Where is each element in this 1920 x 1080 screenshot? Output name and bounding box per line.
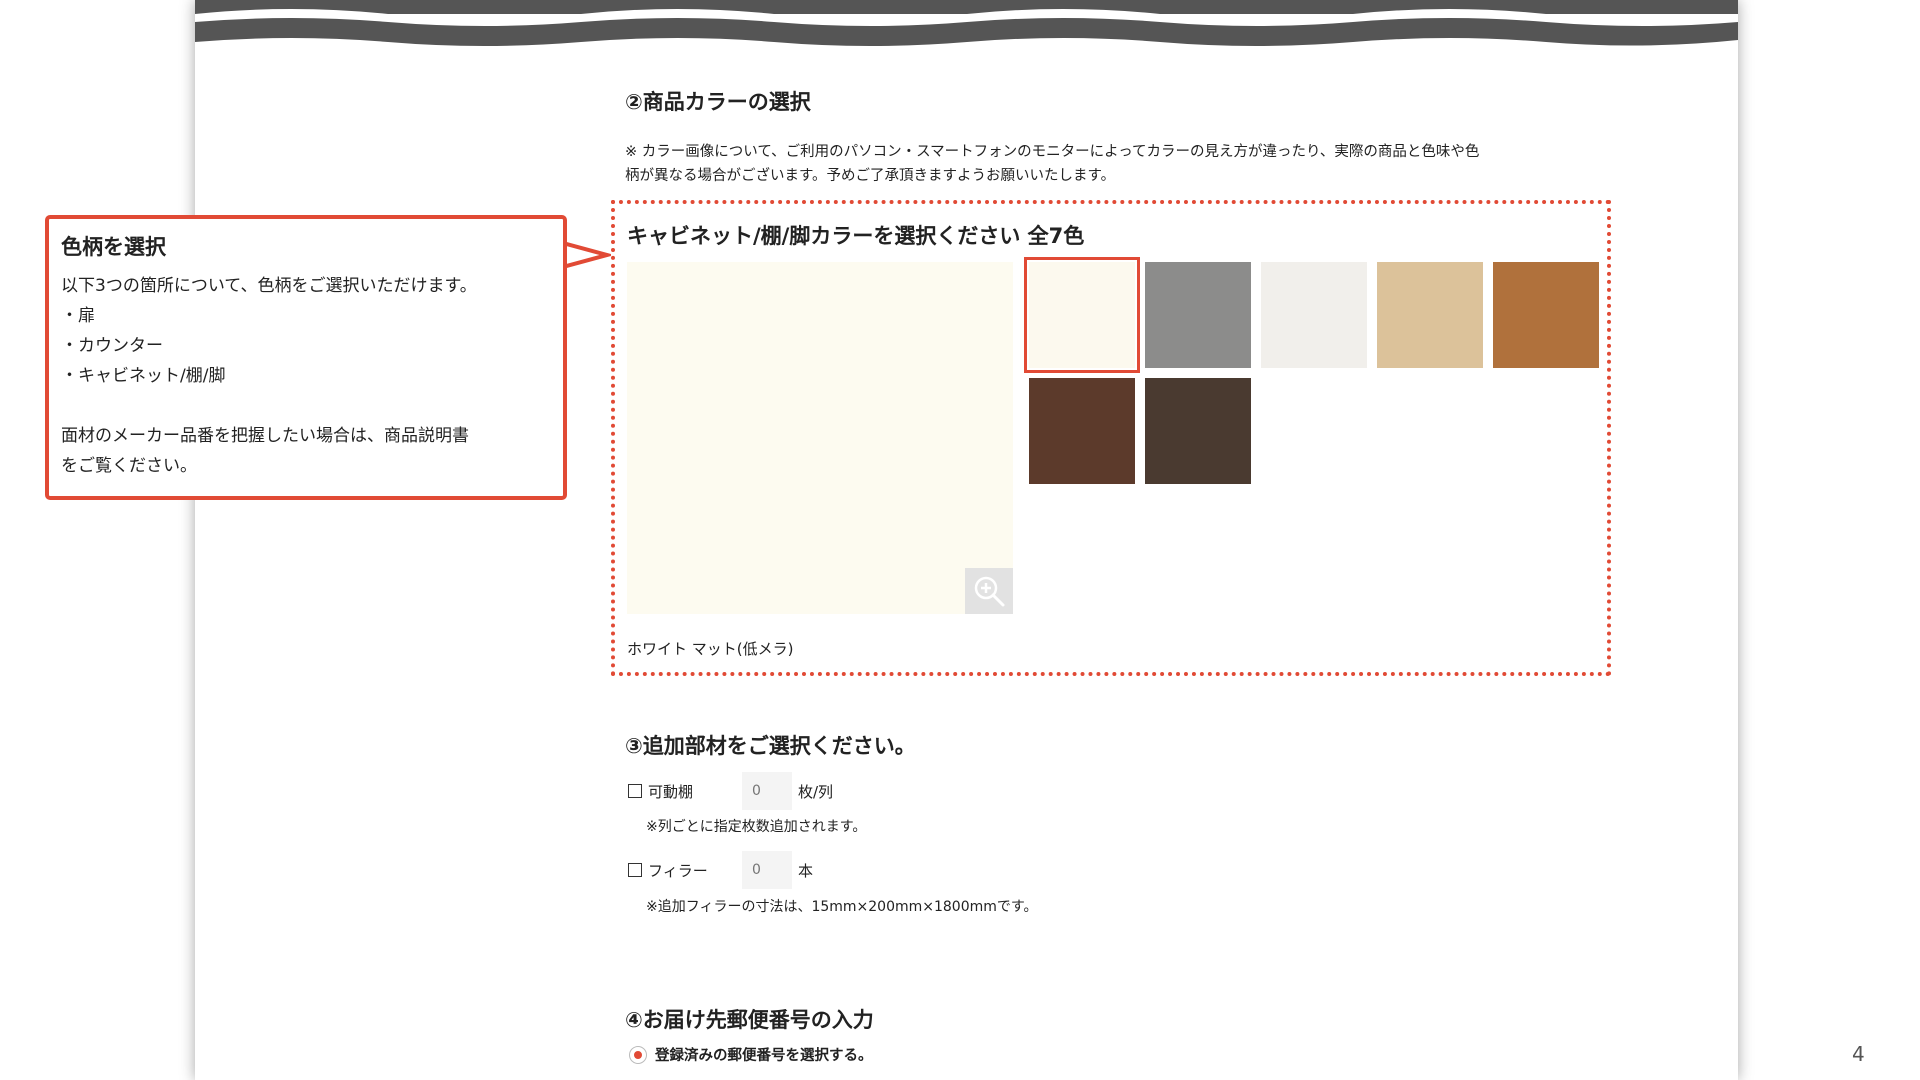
callout-box: 色柄を選択 以下3つの箇所について、色柄をご選択いただけます。 ・扉 ・カウンタ…: [45, 215, 567, 500]
shelf-quantity-input[interactable]: [742, 772, 792, 810]
color-swatch[interactable]: [1377, 262, 1483, 368]
color-select-box: キャビネット/棚/脚カラーを選択ください 全7色 ホワイト マット(低メラ): [611, 200, 1611, 676]
shelf-unit: 枚/列: [798, 782, 834, 801]
callout-line: ・扉: [61, 306, 95, 326]
selected-color-name: ホワイト マット(低メラ): [627, 640, 794, 658]
color-note-line1: ※ カラー画像について、ご利用のパソコン・スマートフォンのモニターによってカラー…: [625, 144, 1480, 160]
color-swatch[interactable]: [1493, 262, 1599, 368]
color-swatch[interactable]: [1145, 378, 1251, 484]
shelf-checkbox[interactable]: [628, 784, 642, 798]
color-swatch[interactable]: [1145, 262, 1251, 368]
color-preview-image: [627, 262, 1013, 614]
callout-line: ・キャビネット/棚/脚: [61, 366, 226, 386]
callout-line: ・カウンター: [61, 336, 163, 356]
callout-pointer: [563, 241, 611, 269]
color-note-line2: 柄が異なる場合がございます。予めご了承頂きますようお願いいたします。: [625, 168, 1116, 184]
radio-selected-dot: [634, 1050, 642, 1059]
callout-title: 色柄を選択: [61, 235, 166, 259]
zoom-in-icon: [974, 576, 1005, 607]
shelf-note: ※列ごとに指定枚数追加されます。: [646, 819, 867, 835]
color-note: ※ カラー画像について、ご利用のパソコン・スマートフォンのモニターによってカラー…: [625, 140, 1625, 188]
filler-note: ※追加フィラーの寸法は、15mm×200mm×1800mmです。: [646, 899, 1038, 915]
callout-line: をご覧ください。: [61, 456, 197, 476]
section2-title: ②商品カラーの選択: [625, 90, 811, 114]
shelf-label: 可動棚: [648, 782, 694, 801]
callout-line: 以下3つの箇所について、色柄をご選択いただけます。: [61, 276, 477, 296]
wave-header-decoration: [195, 0, 1738, 46]
zoom-button[interactable]: [965, 568, 1013, 614]
filler-option-row: フィラー 本: [628, 851, 813, 889]
color-swatch[interactable]: [1024, 257, 1140, 373]
color-swatch[interactable]: [1261, 262, 1367, 368]
filler-label: フィラー: [648, 861, 708, 880]
page-frame: ②商品カラーの選択 ※ カラー画像について、ご利用のパソコン・スマートフォンのモ…: [195, 0, 1738, 1080]
section4-title: ④お届け先郵便番号の入力: [625, 1008, 874, 1032]
postal-radio-row: 登録済みの郵便番号を選択する。: [629, 1044, 873, 1065]
filler-checkbox[interactable]: [628, 863, 642, 877]
postal-radio[interactable]: [629, 1045, 647, 1064]
color-select-title: キャビネット/棚/脚カラーを選択ください 全7色: [627, 224, 1085, 248]
color-swatch[interactable]: [1029, 378, 1135, 484]
callout-line: 面材のメーカー品番を把握したい場合は、商品説明書: [61, 426, 469, 446]
section3-title: ③追加部材をご選択ください。: [625, 734, 916, 758]
callout-line: [61, 391, 551, 421]
filler-unit: 本: [798, 861, 814, 880]
postal-radio-label: 登録済みの郵便番号を選択する。: [655, 1048, 873, 1064]
shelf-option-row: 可動棚 枚/列: [628, 772, 833, 810]
page-number: 4: [1852, 1042, 1865, 1066]
filler-quantity-input[interactable]: [742, 851, 792, 889]
